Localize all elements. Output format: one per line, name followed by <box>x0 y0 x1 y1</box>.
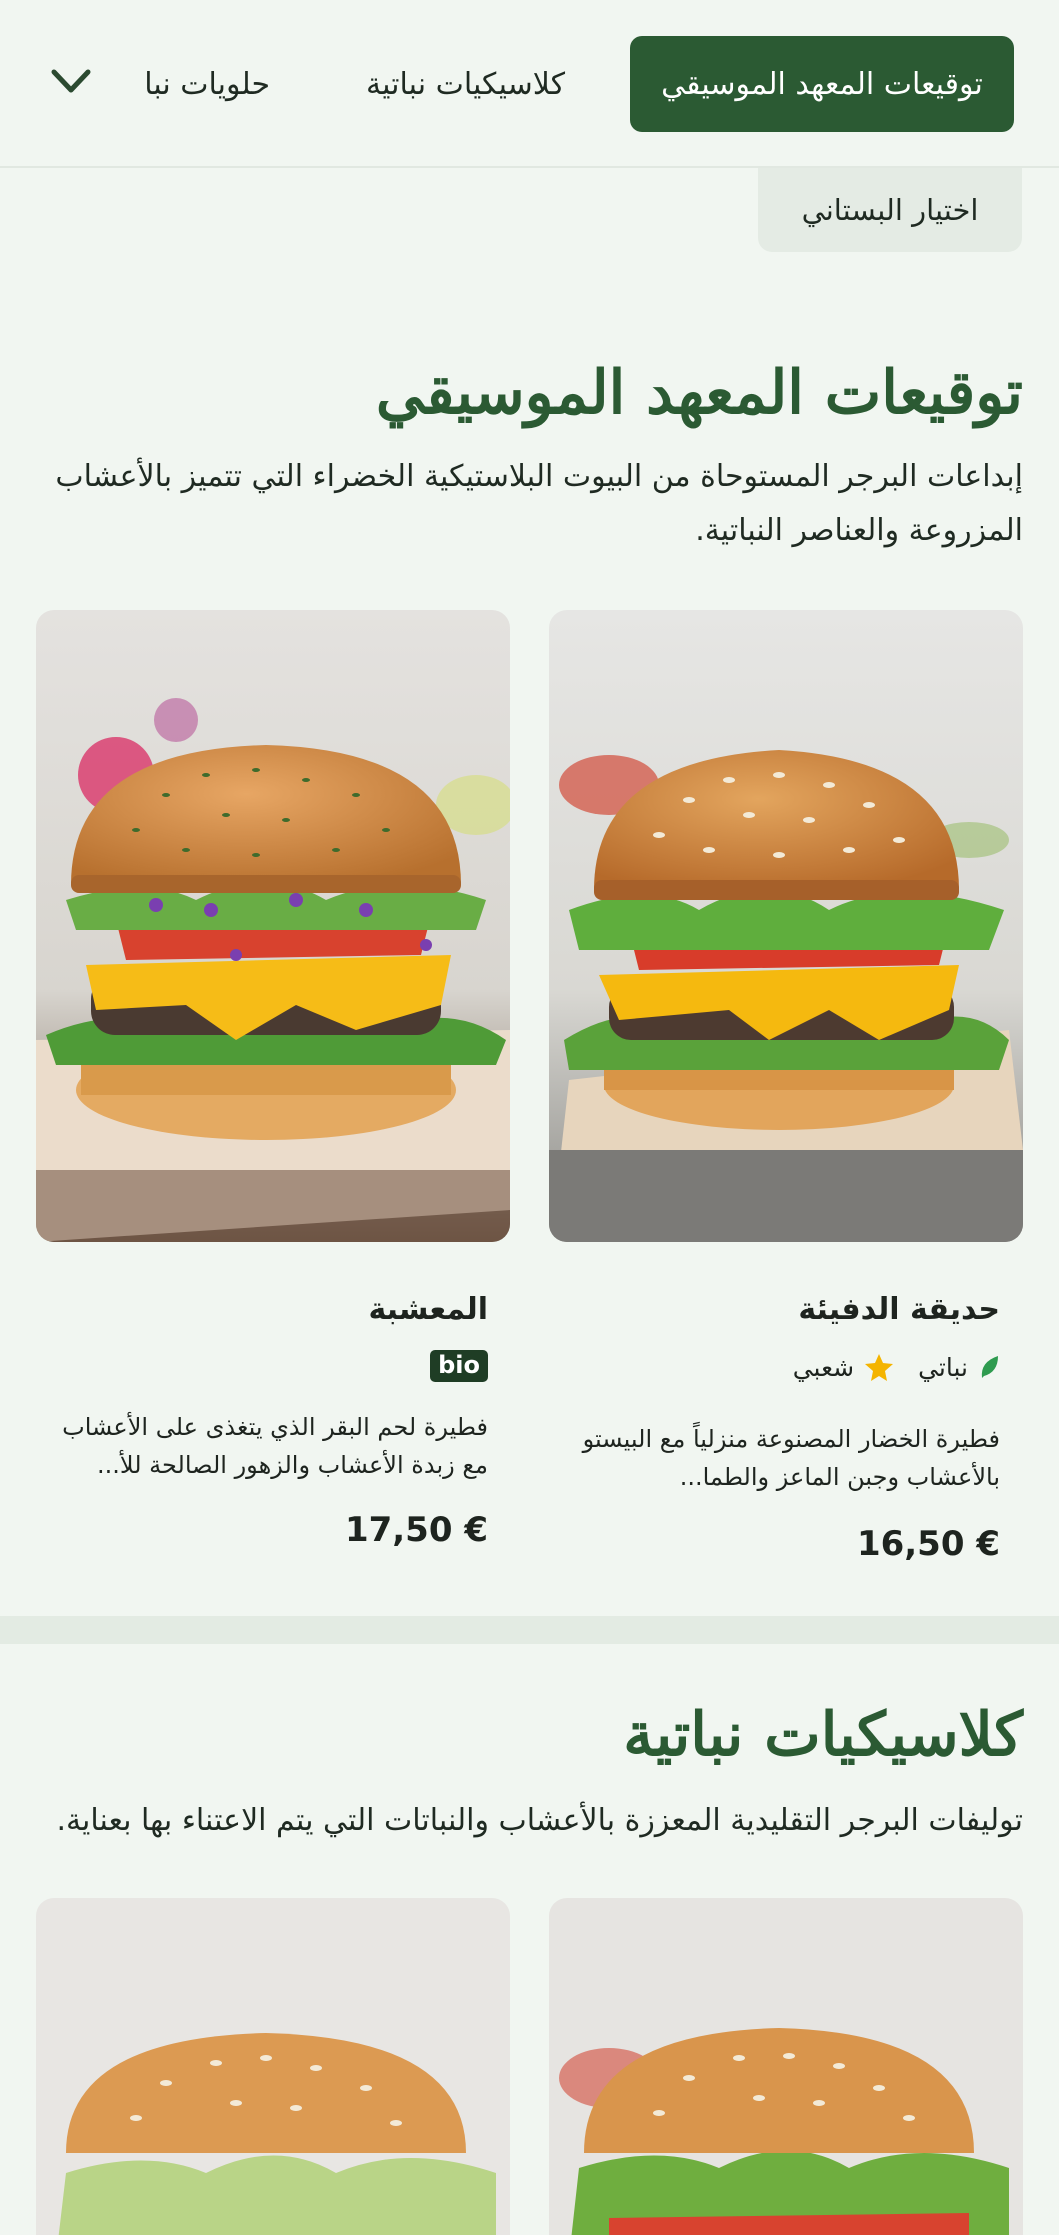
product-price: 16,50 € <box>856 1524 1000 1564</box>
star-icon <box>865 1354 894 1381</box>
product-image[interactable] <box>36 1898 510 2235</box>
bio-badge: bio <box>430 1350 488 1382</box>
tag-label-vegetarian: نباتي <box>918 1352 968 1382</box>
leaf-icon <box>981 1356 998 1378</box>
product-image-herbarium[interactable] <box>36 610 510 1242</box>
product-description: فطيرة لحم البقر الذي يتغذى على الأعشاب م… <box>62 1413 488 1479</box>
section-title: توقيعات المعهد الموسيقي <box>375 358 1023 428</box>
tag-label-popular: شعبي <box>792 1352 855 1382</box>
product-description: فطيرة الخضار المصنوعة منزلياً مع البيستو… <box>582 1425 1000 1491</box>
product-name[interactable]: حديقة الدفيئة <box>798 1292 1000 1327</box>
chevron-down-icon[interactable] <box>50 66 92 96</box>
section-description: إبداعات البرجر المستوحاة من البيوت البلا… <box>55 459 1023 548</box>
product-image[interactable] <box>549 1898 1023 2235</box>
tab-gardener-choice[interactable]: اختيار البستاني <box>758 168 1022 252</box>
tab-plant-desserts-label: حلويات نبا <box>144 66 270 102</box>
product-image-greenhouse-garden[interactable] <box>549 610 1023 1242</box>
section-divider <box>0 1616 1059 1644</box>
tab-plant-desserts[interactable]: حلويات نبا <box>70 36 270 132</box>
tab-plant-classics[interactable]: كلاسيكيات نباتية <box>366 36 565 132</box>
tab-conservatory-signatures[interactable]: توقيعات المعهد الموسيقي <box>630 36 1014 132</box>
section-description: توليفات البرجر التقليدية المعززة بالأعشا… <box>56 1803 1023 1838</box>
product-tags: نباتي شعبي <box>793 1352 1000 1382</box>
section-title: كلاسيكيات نباتية <box>623 1700 1023 1770</box>
category-bar: توقيعات المعهد الموسيقي كلاسيكيات نباتية… <box>0 0 1059 168</box>
product-name[interactable]: المعشبة <box>368 1292 488 1327</box>
product-price: 17,50 € <box>344 1510 488 1550</box>
